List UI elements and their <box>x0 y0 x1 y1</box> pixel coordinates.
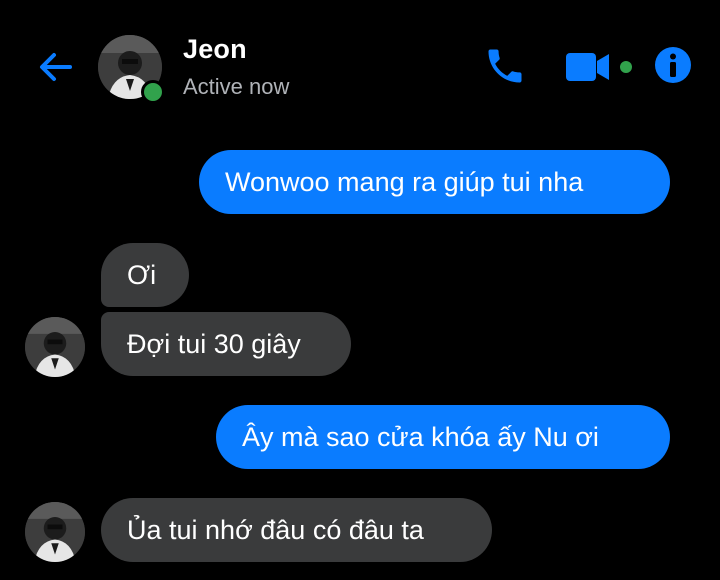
video-active-dot <box>620 61 632 73</box>
message-bubble-outgoing[interactable]: Wonwoo mang ra giúp tui nha <box>199 150 670 214</box>
sender-avatar[interactable] <box>25 317 85 377</box>
active-status-dot <box>141 80 165 104</box>
chat-header: Jeon Active now <box>0 0 720 130</box>
info-icon <box>655 47 691 83</box>
message-bubble-incoming[interactable]: Đợi tui 30 giây <box>101 312 351 376</box>
message-bubble-incoming[interactable]: Ủa tui nhớ đâu có đâu ta <box>101 498 492 562</box>
active-status-text: Active now <box>183 74 290 99</box>
audio-call-button[interactable] <box>483 44 527 88</box>
back-button[interactable] <box>30 42 80 92</box>
phone-icon <box>488 49 522 83</box>
video-camera-icon <box>566 53 609 81</box>
message-bubble-incoming[interactable]: Ơi <box>101 243 189 307</box>
back-arrow-icon <box>40 53 72 81</box>
message-bubble-outgoing[interactable]: Ây mà sao cửa khóa ấy Nu ơi <box>216 405 670 469</box>
sender-avatar[interactable] <box>25 502 85 562</box>
conversation-info-button[interactable] <box>654 46 692 84</box>
contact-name[interactable]: Jeon <box>183 34 247 65</box>
